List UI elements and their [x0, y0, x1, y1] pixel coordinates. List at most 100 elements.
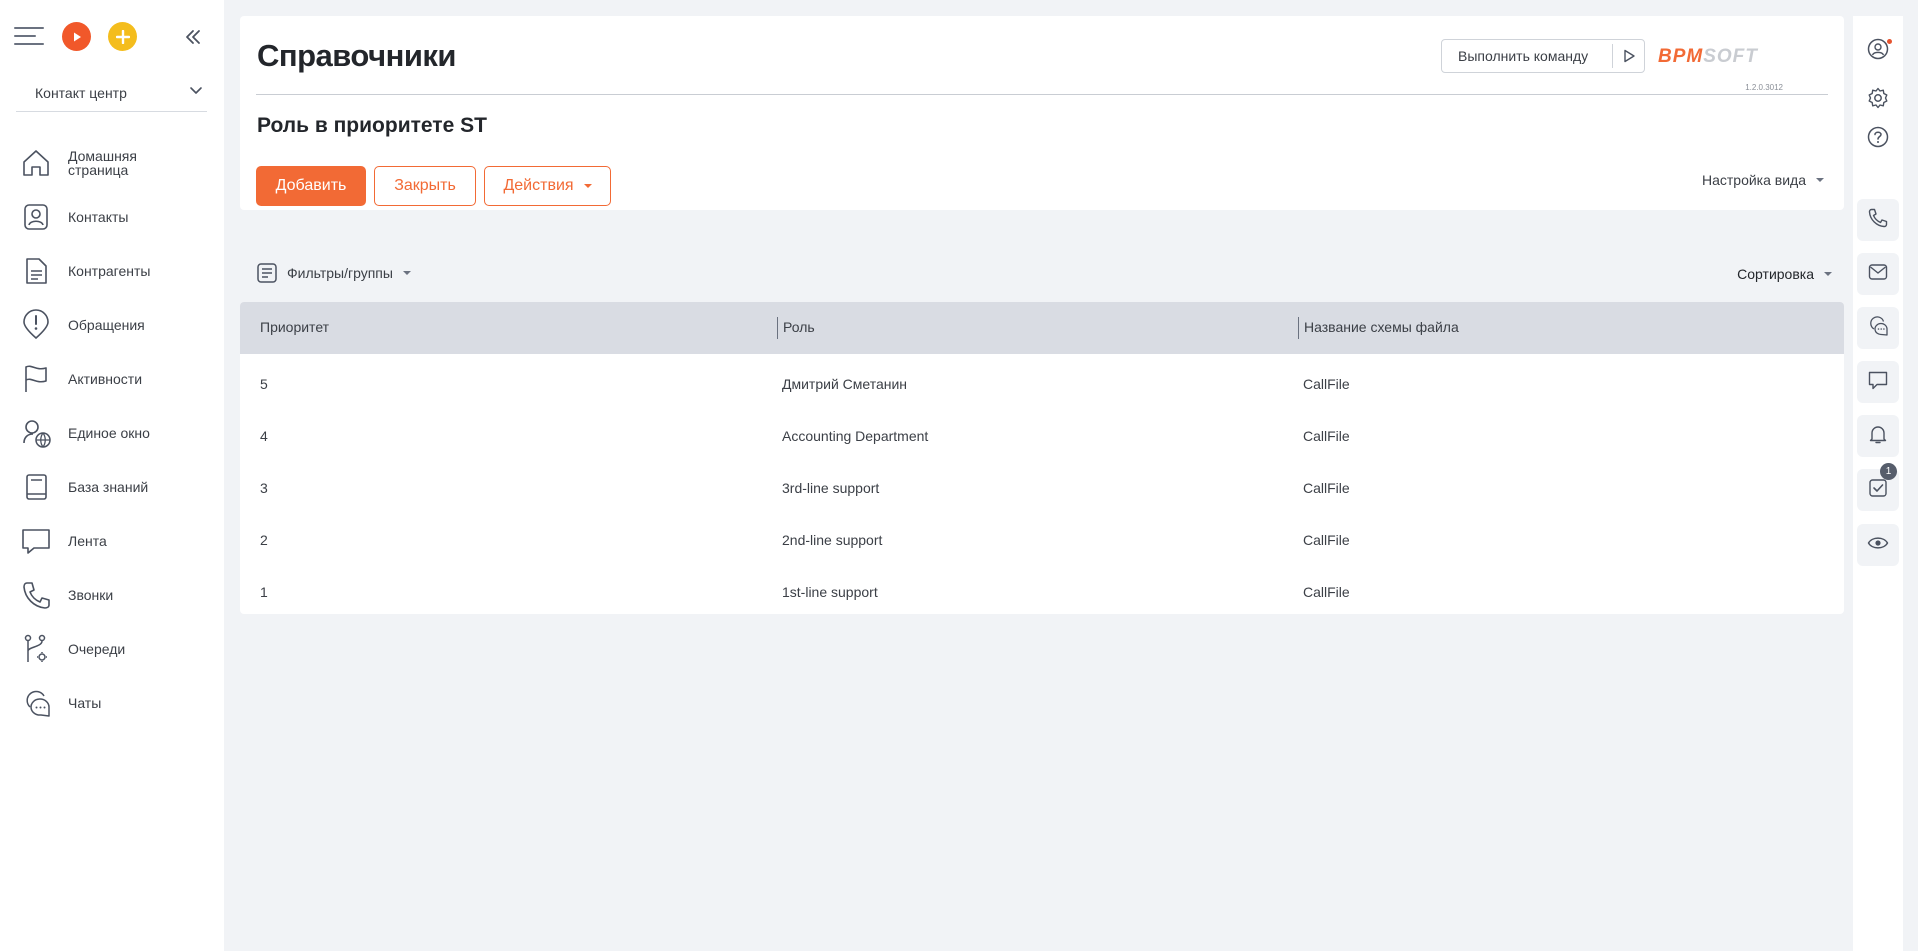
help-icon: [1867, 126, 1889, 153]
column-resize-handle[interactable]: [777, 317, 778, 339]
caret-down-icon: [1824, 272, 1832, 276]
page-header: Справочники BPMSOFT 1.2.0.3012 Роль в пр…: [240, 16, 1844, 210]
caret-down-icon: [1816, 178, 1824, 182]
help-button[interactable]: [1857, 118, 1899, 160]
message-icon: [1867, 369, 1889, 396]
play-icon[interactable]: [62, 22, 91, 51]
filter-list-icon: [256, 262, 278, 284]
version-label: 1.2.0.3012: [1745, 83, 1783, 92]
nav-item-activities[interactable]: Активности: [0, 352, 224, 406]
header-divider: [256, 94, 1828, 95]
caret-down-icon: [402, 271, 411, 275]
collapse-sidebar-icon[interactable]: [182, 26, 204, 48]
command-line: [1441, 39, 1645, 73]
feed-panel-button[interactable]: [1857, 361, 1899, 403]
left-sidebar: Контакт центр Домашняя страница Контакты…: [0, 0, 224, 951]
cell-file-schema: CallFile: [1303, 584, 1350, 600]
queue-flow-icon: [19, 632, 53, 666]
nav-item-label: База знаний: [68, 479, 149, 495]
cell-priority: 2: [260, 532, 268, 548]
brand-logo: BPMSOFT: [1658, 46, 1758, 67]
cell-role: 2nd-line support: [782, 532, 883, 548]
nav-item-queues[interactable]: Очереди: [0, 622, 224, 676]
nav-item-label: Активности: [68, 371, 143, 387]
table-row[interactable]: 2 2nd-line support CallFile: [240, 510, 1844, 562]
document-icon: [19, 254, 53, 288]
column-header-role[interactable]: Роль: [783, 319, 815, 335]
main-nav: Домашняя страница Контакты Контрагенты О…: [0, 136, 224, 730]
workspace-label: Контакт центр: [35, 84, 127, 101]
nav-item-label: Контрагенты: [68, 263, 151, 279]
book-icon: [19, 470, 53, 504]
cell-file-schema: CallFile: [1303, 532, 1350, 548]
cell-file-schema: CallFile: [1303, 376, 1350, 392]
table-row[interactable]: 1 1st-line support CallFile: [240, 562, 1844, 614]
calls-panel-button[interactable]: [1857, 199, 1899, 241]
cell-role: Accounting Department: [782, 428, 929, 444]
user-icon: [1867, 38, 1889, 65]
nav-item-label: Звонки: [68, 587, 114, 603]
cell-priority: 4: [260, 428, 268, 444]
nav-item-label: Домашняя страница: [68, 148, 137, 178]
data-grid: Приоритет Роль Название схемы файла 5 Дм…: [240, 302, 1844, 614]
table-row[interactable]: 5 Дмитрий Сметанин CallFile: [240, 354, 1844, 406]
filters-groups-button[interactable]: Фильтры/группы: [256, 262, 411, 284]
chats-panel-button[interactable]: [1857, 307, 1899, 349]
workspace-select[interactable]: Контакт центр: [16, 74, 207, 112]
tasks-icon: [1867, 477, 1889, 504]
tasks-count-badge: 1: [1880, 463, 1897, 480]
visibility-panel-button[interactable]: [1857, 524, 1899, 566]
add-button[interactable]: Добавить: [256, 166, 366, 206]
nav-item-label: Лента: [68, 533, 107, 549]
gear-icon: [1867, 87, 1889, 114]
right-rail: 1: [1853, 16, 1903, 951]
run-command-icon[interactable]: [1612, 44, 1644, 68]
column-header-file-schema[interactable]: Название схемы файла: [1304, 319, 1459, 335]
nav-item-calls[interactable]: Звонки: [0, 568, 224, 622]
cell-priority: 5: [260, 376, 268, 392]
alert-pin-icon: [19, 308, 53, 342]
bell-icon: [1867, 423, 1889, 450]
cell-file-schema: CallFile: [1303, 480, 1350, 496]
cell-priority: 1: [260, 584, 268, 600]
sidebar-top-bar: [14, 20, 214, 52]
close-button[interactable]: Закрыть: [374, 166, 476, 206]
nav-item-label: Обращения: [68, 317, 145, 333]
actions-button[interactable]: Действия: [484, 166, 611, 206]
nav-item-feed[interactable]: Лента: [0, 514, 224, 568]
command-input[interactable]: [1458, 48, 1608, 64]
notification-dot: [1887, 39, 1892, 44]
section-title: Роль в приоритете ST: [257, 114, 487, 137]
cell-file-schema: CallFile: [1303, 428, 1350, 444]
cell-role: Дмитрий Сметанин: [782, 376, 908, 392]
cell-role: 3rd-line support: [782, 480, 880, 496]
phone-icon: [1867, 207, 1889, 234]
notifications-panel-button[interactable]: [1857, 415, 1899, 457]
chat-bubbles-icon: [1867, 315, 1889, 342]
nav-item-accounts[interactable]: Контрагенты: [0, 244, 224, 298]
nav-item-home[interactable]: Домашняя страница: [0, 136, 224, 190]
settings-button[interactable]: [1857, 79, 1899, 121]
home-icon: [19, 146, 53, 180]
tasks-panel-button[interactable]: 1: [1857, 463, 1899, 511]
sorting-button[interactable]: Сортировка: [1737, 266, 1832, 282]
phone-icon: [19, 578, 53, 612]
table-row[interactable]: 4 Accounting Department CallFile: [240, 406, 1844, 458]
table-row[interactable]: 3 3rd-line support CallFile: [240, 458, 1844, 510]
nav-item-label: Контакты: [68, 209, 129, 225]
view-settings-button[interactable]: Настройка вида: [1702, 172, 1824, 188]
nav-item-cases[interactable]: Обращения: [0, 298, 224, 352]
nav-item-label: Единое окно: [68, 425, 150, 441]
nav-item-chats[interactable]: Чаты: [0, 676, 224, 730]
mail-icon: [1867, 261, 1889, 288]
nav-item-knowledge-base[interactable]: База знаний: [0, 460, 224, 514]
menu-icon[interactable]: [14, 25, 44, 47]
nav-item-single-window[interactable]: Единое окно: [0, 406, 224, 460]
column-header-priority[interactable]: Приоритет: [260, 319, 329, 335]
column-resize-handle[interactable]: [1298, 317, 1299, 339]
eye-icon: [1867, 532, 1889, 559]
email-panel-button[interactable]: [1857, 253, 1899, 295]
nav-item-contacts[interactable]: Контакты: [0, 190, 224, 244]
profile-button[interactable]: [1857, 30, 1899, 72]
plus-icon[interactable]: [108, 22, 137, 51]
